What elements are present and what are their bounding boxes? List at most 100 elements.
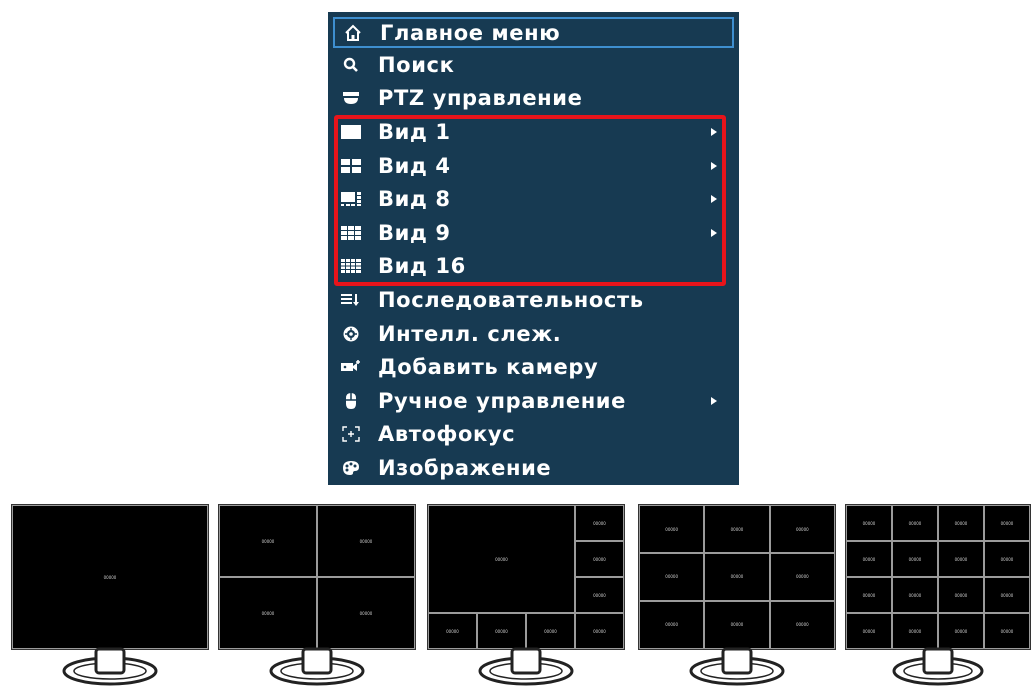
menu-item-label: Изображение [378, 455, 552, 480]
submenu-arrow-icon [711, 161, 717, 170]
camera-pane: 00000 [938, 505, 984, 541]
menu-item-view-9[interactable]: Вид 9 [328, 216, 739, 250]
monitor-view-9: 00000 00000 00000 00000 00000 00000 0000… [638, 504, 836, 686]
menu-item-view-4[interactable]: Вид 4 [328, 149, 739, 183]
camera-pane: 00000 [984, 577, 1030, 613]
menu-item-label: Вид 8 [378, 187, 451, 212]
camera-pane: 00000 [892, 613, 938, 649]
search-icon [341, 55, 361, 75]
home-icon [343, 23, 363, 43]
camera-pane: 00000 [704, 505, 770, 553]
menu-item-label: Вид 9 [378, 220, 451, 245]
camera-pane: 00000 [938, 613, 984, 649]
monitor-stand [892, 647, 984, 686]
camera-pane: 00000 [428, 505, 575, 613]
menu-item-smart-track[interactable]: Интелл. слеж. [328, 317, 739, 351]
monitor-view-4: 00000 00000 00000 00000 [218, 504, 416, 686]
menu-item-label: Интелл. слеж. [378, 321, 562, 346]
camera-pane: 00000 [477, 613, 526, 649]
camera-pane: 00000 [938, 541, 984, 577]
camera-pane: 00000 [846, 613, 892, 649]
image-palette-icon [341, 458, 361, 478]
menu-item-manual-control[interactable]: Ручное управление [328, 384, 739, 418]
manual-control-icon [341, 391, 361, 411]
menu-item-view-1[interactable]: Вид 1 [328, 115, 739, 149]
menu-item-label: Главное меню [380, 20, 561, 45]
camera-pane: 00000 [575, 577, 624, 613]
monitor-view-1: 00000 [11, 504, 209, 686]
camera-pane: 00000 [984, 613, 1030, 649]
monitor-screen: 00000 00000 00000 00000 00000 00000 0000… [638, 504, 836, 650]
menu-item-label: Вид 4 [378, 153, 451, 178]
camera-pane: 00000 [769, 505, 835, 553]
menu-item-sequence[interactable]: Последовательность [328, 283, 739, 317]
ptz-dome-icon [341, 88, 361, 108]
submenu-arrow-icon [711, 228, 717, 237]
autofocus-icon [341, 424, 361, 444]
smart-track-icon [341, 324, 361, 344]
camera-pane: 00000 [526, 613, 575, 649]
monitor-screen: 00000 00000 00000 00000 00000 00000 0000… [427, 504, 625, 650]
camera-pane: 00000 [219, 505, 317, 577]
camera-pane: 00000 [639, 600, 705, 649]
camera-pane: 00000 [846, 505, 892, 541]
menu-item-view-16[interactable]: Вид 16 [328, 250, 739, 284]
submenu-arrow-icon [711, 127, 717, 136]
monitor-stand [478, 647, 574, 686]
menu-item-label: Вид 16 [378, 254, 466, 279]
camera-pane: 00000 [704, 600, 770, 649]
camera-pane: 00000 [984, 541, 1030, 577]
layout-8-icon [341, 189, 361, 209]
camera-pane: 00000 [704, 552, 770, 601]
submenu-arrow-icon [711, 195, 717, 204]
camera-pane: 00000 [892, 505, 938, 541]
camera-pane: 00000 [769, 552, 835, 601]
menu-item-autofocus[interactable]: Автофокус [328, 418, 739, 452]
monitor-stand [269, 647, 365, 686]
menu-item-label: Автофокус [378, 422, 516, 447]
menu-item-view-8[interactable]: Вид 8 [328, 182, 739, 216]
menu-item-add-camera[interactable]: Добавить камеру [328, 350, 739, 384]
camera-pane: 00000 [428, 613, 477, 649]
menu-item-label: Поиск [378, 52, 455, 77]
context-menu: Главное меню Поиск PTZ управление Вид 1 … [328, 12, 739, 485]
camera-pane: 00000 [846, 577, 892, 613]
monitor-screen: 00000 00000 00000 00000 00000 00000 0000… [845, 504, 1031, 650]
camera-pane: 00000 [575, 505, 624, 541]
camera-pane: 00000 [892, 577, 938, 613]
monitor-view-8: 00000 00000 00000 00000 00000 00000 0000… [427, 504, 625, 686]
camera-pane: 00000 [575, 613, 624, 649]
menu-item-label: PTZ управление [378, 86, 583, 111]
menu-item-label: Добавить камеру [378, 355, 599, 380]
monitor-screen: 00000 [11, 504, 209, 650]
layout-4-icon [341, 156, 361, 176]
camera-pane: 00000 [769, 600, 835, 649]
camera-pane: 00000 [575, 541, 624, 577]
camera-pane: 00000 [639, 505, 705, 553]
camera-pane: 00000 [984, 505, 1030, 541]
add-camera-icon [341, 357, 361, 377]
menu-item-search[interactable]: Поиск [328, 48, 739, 82]
layout-9-icon [341, 223, 361, 243]
menu-item-main-menu[interactable]: Главное меню [333, 17, 734, 48]
submenu-arrow-icon [711, 396, 717, 405]
camera-pane: 00000 [892, 541, 938, 577]
monitor-screen: 00000 00000 00000 00000 [218, 504, 416, 650]
menu-item-label: Последовательность [378, 287, 644, 312]
menu-item-label: Ручное управление [378, 388, 626, 413]
camera-pane: 00000 [317, 505, 415, 577]
camera-pane: 00000 [846, 541, 892, 577]
monitor-stand [689, 647, 785, 686]
monitor-view-16: 00000 00000 00000 00000 00000 00000 0000… [845, 504, 1031, 686]
menu-item-ptz[interactable]: PTZ управление [328, 82, 739, 116]
monitor-stand [62, 647, 158, 686]
camera-pane: 00000 [938, 577, 984, 613]
menu-item-image[interactable]: Изображение [328, 451, 739, 485]
camera-pane: 00000 [219, 577, 317, 649]
camera-pane: 00000 [317, 577, 415, 649]
layout-16-icon [341, 256, 361, 276]
camera-pane: 00000 [639, 552, 705, 601]
menu-item-label: Вид 1 [378, 119, 451, 144]
sequence-icon [341, 290, 361, 310]
layout-1-icon [341, 122, 361, 142]
